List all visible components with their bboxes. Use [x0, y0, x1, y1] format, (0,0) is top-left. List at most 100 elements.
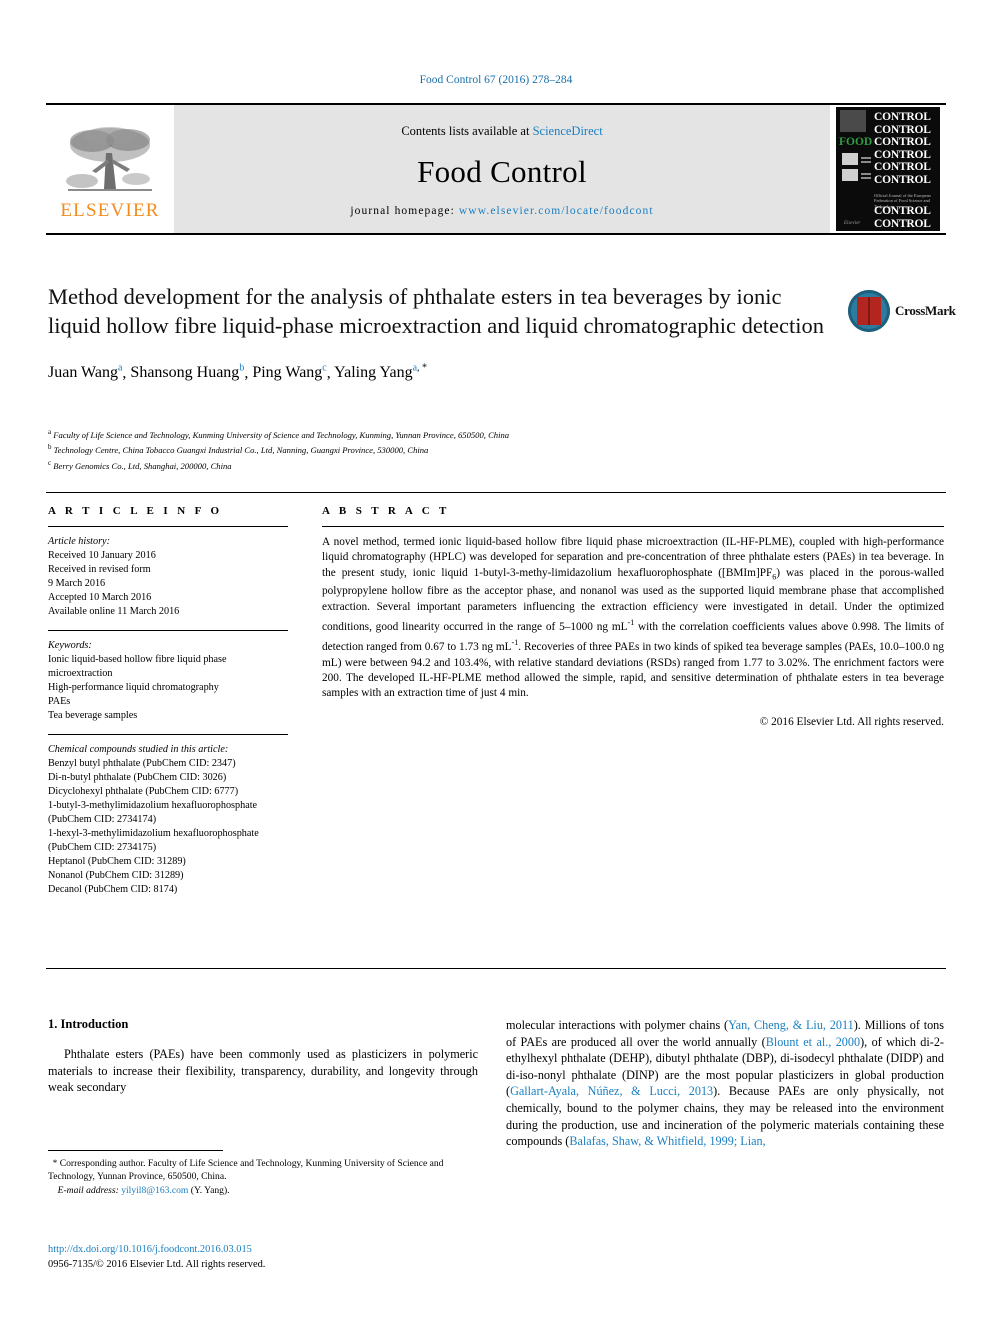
homepage-url-link[interactable]: www.elsevier.com/locate/foodcont	[459, 205, 654, 217]
author: Ping Wangc	[252, 363, 326, 382]
abstract-rule	[322, 526, 944, 527]
cover-row: CONTROL	[874, 148, 931, 161]
citation-link[interactable]: Yan, Cheng, & Liu, 2011	[728, 1018, 854, 1032]
author: Shansong Huangb	[130, 363, 244, 381]
cover-image-square	[842, 169, 858, 181]
sciencedirect-link[interactable]: ScienceDirect	[533, 124, 603, 138]
cover-control-rows: CONTROL CONTROL CONTROL CONTROL CONTROL …	[874, 111, 938, 187]
article-history-label: Article history:	[48, 536, 110, 547]
corresponding-author-mark: , *	[417, 363, 428, 374]
article-info-column: A R T I C L E I N F O Article history: R…	[48, 505, 288, 897]
affiliation-item: b Technology Centre, China Tobacco Guang…	[48, 441, 848, 456]
cover-row: CONTROL	[874, 217, 931, 230]
citation-link[interactable]: Blount et al., 2000	[766, 1035, 860, 1049]
affiliation-mark: c	[48, 458, 52, 467]
cover-caption-bar	[861, 177, 871, 179]
article-history-item: Received in revised form	[48, 564, 151, 575]
abstract-column: A B S T R A C T A novel method, termed i…	[322, 505, 944, 728]
title-block: Method development for the analysis of p…	[48, 282, 838, 384]
email-suffix: (Y. Yang).	[188, 1184, 230, 1196]
cover-row: CONTROL	[874, 161, 931, 174]
introduction-heading: 1. Introduction	[48, 1017, 129, 1031]
introduction-paragraph-continued: molecular interactions with polymer chai…	[506, 1017, 944, 1150]
introduction-right-column: molecular interactions with polymer chai…	[506, 1017, 944, 1150]
affiliation-mark: b	[48, 443, 52, 452]
cover-caption-bar	[861, 173, 871, 175]
cover-caption-bar	[861, 161, 871, 163]
keyword-item: High-performance liquid chromatography	[48, 682, 219, 693]
author-name: Ping Wang	[252, 364, 323, 382]
article-history-item: 9 March 2016	[48, 578, 106, 589]
journal-cover-thumbnail: CONTROL CONTROL CONTROL CONTROL CONTROL …	[830, 105, 946, 233]
cover-food-word: FOOD	[839, 136, 873, 148]
footnote-line: * Corresponding author. Faculty of Life …	[48, 1157, 478, 1184]
email-link[interactable]: yilyil8@163.com	[121, 1185, 188, 1196]
journal-title: Food Control	[417, 153, 587, 189]
compound-item: Dicyclohexyl phthalate (PubChem CID: 677…	[48, 786, 239, 797]
homepage-label: journal homepage:	[350, 204, 459, 217]
elsevier-logo: ELSEVIER	[46, 105, 174, 233]
affiliation-item: c Berry Genomics Co., Ltd, Shanghai, 200…	[48, 457, 848, 472]
cover-caption-bar	[861, 157, 871, 159]
compound-item: Decanol (PubChem CID: 8174)	[48, 884, 178, 895]
issn-copyright-line: 0956-7135/© 2016 Elsevier Ltd. All right…	[48, 1258, 266, 1270]
cover-control-rows-lower: CONTROL CONTROL	[874, 205, 938, 230]
cover-footer-word: Elsevier	[844, 221, 861, 226]
doi-url: http://dx.doi.org/10.1016/j.foodcont.201…	[48, 1244, 252, 1255]
body-text: molecular interactions with polymer chai…	[506, 1018, 729, 1032]
crossmark-circle-icon	[848, 290, 890, 332]
introduction-left-column: 1. Introduction Phthalate esters (PAEs) …	[48, 1017, 478, 1096]
footnote-divider	[48, 1150, 223, 1151]
compound-item: 1-hexyl-3-methylimidazolium hexafluoroph…	[48, 828, 259, 853]
keyword-item: Ionic liquid-based hollow fibre liquid p…	[48, 654, 227, 679]
compound-item: Heptanol (PubChem CID: 31289)	[48, 856, 186, 867]
corresponding-author-footnote: * Corresponding author. Faculty of Life …	[48, 1157, 478, 1197]
compounds-label: Chemical compounds studied in this artic…	[48, 744, 229, 755]
journal-cover-art: CONTROL CONTROL CONTROL CONTROL CONTROL …	[836, 107, 940, 231]
affiliation-mark: a	[48, 428, 52, 436]
email-label: E-mail address:	[57, 1184, 122, 1196]
paper-page: Food Control 67 (2016) 278–284 ELSEVIER …	[0, 0, 992, 1323]
doi-block: http://dx.doi.org/10.1016/j.foodcont.201…	[48, 1243, 548, 1272]
affiliation-item: a Faculty of Life Science and Technology…	[48, 426, 848, 441]
abstract-heading: A B S T R A C T	[322, 505, 450, 517]
author-name: Yaling Yang	[334, 364, 413, 382]
crossmark-book-icon	[857, 297, 881, 325]
author-name: Juan Wang	[48, 364, 118, 382]
compound-item: 1-butyl-3-methylimidazolium hexafluoroph…	[48, 800, 258, 825]
footnote-text: Corresponding author. Faculty of Life Sc…	[48, 1158, 444, 1183]
compounds-rule	[48, 734, 288, 735]
article-history-item: Available online 11 March 2016	[48, 606, 180, 617]
article-history-item: Received 10 January 2016	[48, 550, 156, 561]
cover-row: CONTROL	[874, 173, 931, 186]
cover-image-square	[842, 153, 858, 165]
footnote-email-line: E-mail address: yilyil8@163.com (Y. Yang…	[48, 1184, 478, 1197]
section-divider-top	[46, 492, 946, 493]
affiliation-text: Berry Genomics Co., Ltd, Shanghai, 20000…	[53, 460, 232, 471]
journal-reference: Food Control 67 (2016) 278–284	[419, 74, 573, 86]
compound-item: Benzyl butyl phthalate (PubChem CID: 234…	[48, 758, 236, 769]
introduction-paragraph: Phthalate esters (PAEs) have been common…	[48, 1047, 478, 1095]
article-history-item: Accepted 10 March 2016	[48, 592, 152, 603]
author: Juan Wanga	[48, 363, 122, 382]
journal-homepage-line: journal homepage: www.elsevier.com/locat…	[350, 205, 653, 217]
crossmark-badge[interactable]: CrossMark	[848, 288, 956, 334]
citation-link[interactable]: Balafas, Shaw, & Whitfield, 1999; Lian,	[569, 1134, 765, 1148]
abstract-copyright: © 2016 Elsevier Ltd. All rights reserved…	[759, 715, 944, 728]
section-divider-bottom	[46, 968, 946, 969]
keyword-item: PAEs	[48, 696, 71, 707]
compound-item: Nonanol (PubChem CID: 31289)	[48, 870, 184, 881]
contents-prefix: Contents lists available at	[401, 123, 533, 138]
page-title: Method development for the analysis of p…	[48, 284, 825, 338]
doi-link[interactable]: http://dx.doi.org/10.1016/j.foodcont.201…	[48, 1243, 548, 1258]
author: Yaling Yanga, *	[334, 363, 428, 382]
affiliation-text: Technology Centre, China Tobacco Guangxi…	[53, 445, 429, 456]
cover-row: CONTROL	[874, 136, 931, 149]
citation-link[interactable]: Gallart-Ayala, Núñez, & Lucci, 2013	[510, 1084, 713, 1098]
elsevier-wordmark: ELSEVIER	[60, 199, 160, 221]
cover-row: CONTROL	[874, 205, 931, 217]
journal-masthead: ELSEVIER Contents lists available at Sci…	[46, 103, 946, 235]
masthead-center: Contents lists available at ScienceDirec…	[174, 105, 830, 233]
affiliation-text: Faculty of Life Science and Technology, …	[53, 429, 510, 440]
keywords-label: Keywords:	[48, 640, 92, 651]
